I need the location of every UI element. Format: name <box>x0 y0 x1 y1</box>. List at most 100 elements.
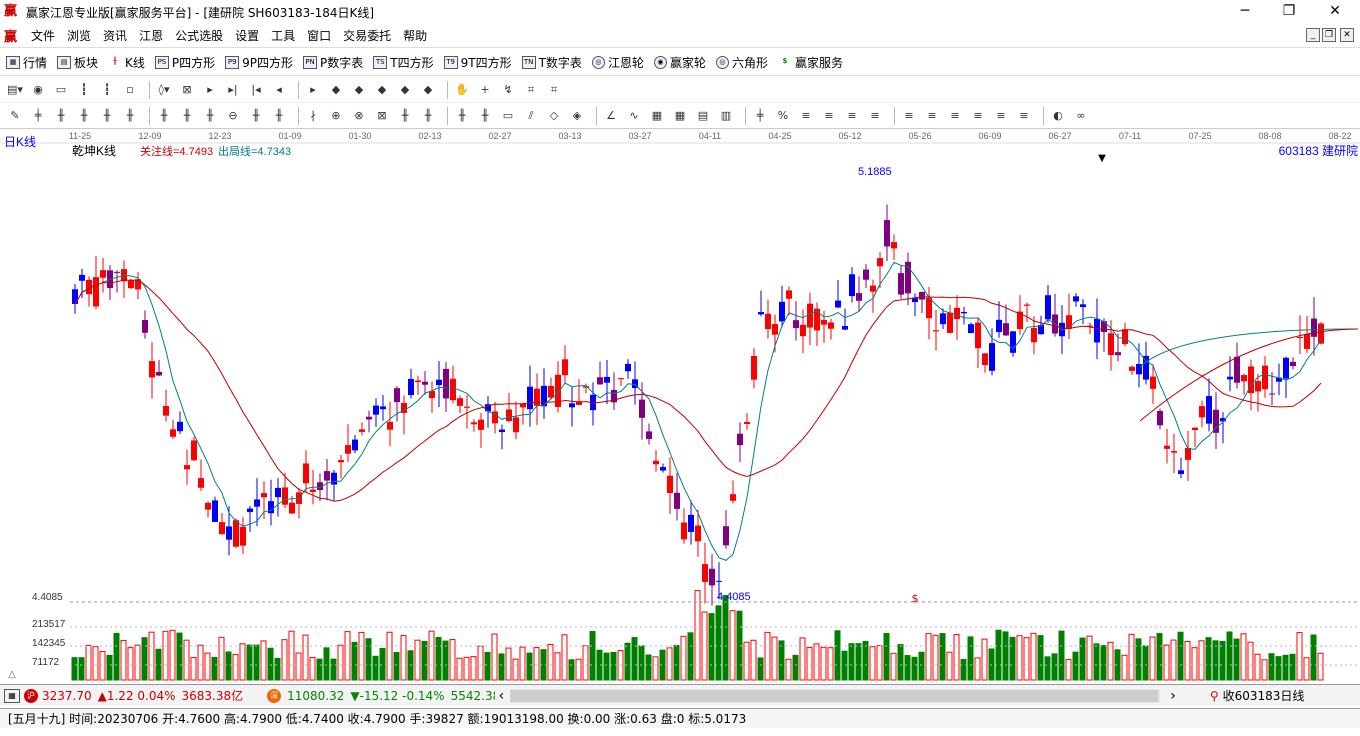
mdi-close-button[interactable]: ✕ <box>1340 28 1354 42</box>
row2-tool-0[interactable]: ✎ <box>6 107 24 125</box>
nav-9t-square[interactable]: T9 9T四方形 <box>443 54 512 71</box>
row2-tool-7[interactable]: ╫ <box>178 107 196 125</box>
row1-tool-16[interactable]: ◆ <box>396 81 414 99</box>
row1-tool-22[interactable]: ⌗ <box>545 81 563 99</box>
row2-tool-19[interactable]: ╫ <box>476 107 494 125</box>
row1-tool-18[interactable]: ✋ <box>453 81 471 99</box>
row2-tool-28[interactable]: ▤ <box>694 107 712 125</box>
row2-tool-35[interactable]: ≡ <box>866 107 884 125</box>
close-button[interactable]: ✕ <box>1312 0 1358 24</box>
row2-tool-43[interactable]: ∞ <box>1072 107 1090 125</box>
nav-winner-wheel[interactable]: ◉ 赢家轮 <box>653 54 706 71</box>
row2-tool-14[interactable]: ⊗ <box>350 107 368 125</box>
row2-tool-25[interactable]: ∿ <box>625 107 643 125</box>
row2-tool-20[interactable]: ▭ <box>499 107 517 125</box>
menu-file[interactable]: 文件 <box>25 27 61 44</box>
row2-tool-13[interactable]: ⊕ <box>327 107 345 125</box>
menu-info[interactable]: 资讯 <box>97 27 133 44</box>
menu-gann[interactable]: 江恩 <box>133 27 169 44</box>
row2-tool-42[interactable]: ◐ <box>1049 107 1067 125</box>
row2-tool-39[interactable]: ≡ <box>969 107 987 125</box>
nav-t-table[interactable]: TN T数字表 <box>521 54 582 71</box>
row1-tool-20[interactable]: ↯ <box>499 81 517 99</box>
scroll-left-button[interactable]: ‹ <box>499 688 505 704</box>
row2-tool-21[interactable]: ⫽ <box>522 107 540 125</box>
maximize-button[interactable]: ❐ <box>1266 0 1312 24</box>
row2-tool-15[interactable]: ⊠ <box>373 107 391 125</box>
row2-tool-18[interactable]: ╫ <box>453 107 471 125</box>
row2-tool-41[interactable]: ≡ <box>1015 107 1033 125</box>
row2-tool-27[interactable]: ▦ <box>671 107 689 125</box>
row2-tool-10[interactable]: ╫ <box>247 107 265 125</box>
row1-tool-13[interactable]: ◆ <box>327 81 345 99</box>
row2-tool-2[interactable]: ╫ <box>52 107 70 125</box>
mdi-restore-button[interactable]: ❐ <box>1322 28 1336 42</box>
row2-tool-26[interactable]: ▦ <box>648 107 666 125</box>
row1-tool-3[interactable]: ┇ <box>75 81 93 99</box>
menu-tools[interactable]: 工具 <box>265 27 301 44</box>
row2-tool-32[interactable]: ≡ <box>797 107 815 125</box>
row2-tool-12[interactable]: ∤ <box>304 107 322 125</box>
nav-gann-wheel[interactable]: ◎ 江恩轮 <box>591 54 644 71</box>
menu-window[interactable]: 窗口 <box>301 27 337 44</box>
row2-tool-4[interactable]: ╫ <box>98 107 116 125</box>
scrollbar-thumb[interactable] <box>510 689 1159 702</box>
row1-tool-11[interactable]: ◂ <box>270 81 288 99</box>
nav-p-square[interactable]: PS P四方形 <box>154 54 215 71</box>
row1-tool-5[interactable]: ▫ <box>121 81 139 99</box>
nav-hexagon[interactable]: ◎ 六角形 <box>715 54 768 71</box>
nav-service[interactable]: $ 赢家服务 <box>778 54 843 71</box>
row2-tool-36[interactable]: ≡ <box>900 107 918 125</box>
row1-tool-8[interactable]: ▸ <box>201 81 219 99</box>
row2-tool-11[interactable]: ╫ <box>270 107 288 125</box>
menu-formula[interactable]: 公式选股 <box>169 27 229 44</box>
menu-trade[interactable]: 交易委托 <box>337 27 397 44</box>
row2-tool-37[interactable]: ≡ <box>923 107 941 125</box>
row1-tool-12[interactable]: ▸ <box>304 81 322 99</box>
nav-t-square[interactable]: TS T四方形 <box>373 54 434 71</box>
menu-help[interactable]: 帮助 <box>397 27 433 44</box>
row2-tool-22[interactable]: ◇ <box>545 107 563 125</box>
nav-kline[interactable]: ╫ K线 <box>108 54 145 71</box>
row1-tool-21[interactable]: ⌗ <box>522 81 540 99</box>
table-icon[interactable]: ▦ <box>4 688 20 703</box>
nav-9p-square[interactable]: P9 9P四方形 <box>225 54 293 71</box>
row2-tool-33[interactable]: ≡ <box>820 107 838 125</box>
scroll-right-button[interactable]: › <box>1170 688 1176 704</box>
row2-tool-5[interactable]: ╫ <box>121 107 139 125</box>
row1-tool-4[interactable]: ┇ <box>98 81 116 99</box>
nav-quotes[interactable]: ▦ 行情 <box>6 54 47 71</box>
row2-tool-6[interactable]: ╫ <box>155 107 173 125</box>
mdi-minimize-button[interactable]: _ <box>1306 28 1320 42</box>
row1-tool-17[interactable]: ◆ <box>419 81 437 99</box>
row1-tool-6[interactable]: ◊▾ <box>155 81 173 99</box>
row2-tool-29[interactable]: ▥ <box>717 107 735 125</box>
kline-chart[interactable]: 11-25 12-09 12-23 01-09 01-30 02-13 02-27 03-13… <box>0 129 1360 682</box>
menu-browse[interactable]: 浏览 <box>61 27 97 44</box>
row1-tool-14[interactable]: ◆ <box>350 81 368 99</box>
row2-tool-24[interactable]: ∠ <box>602 107 620 125</box>
chart-area[interactable]: 11-25 12-09 12-23 01-09 01-30 02-13 02-27 03-13… <box>0 129 1360 682</box>
row2-tool-3[interactable]: ╫ <box>75 107 93 125</box>
row2-tool-38[interactable]: ≡ <box>946 107 964 125</box>
row1-tool-15[interactable]: ◆ <box>373 81 391 99</box>
row1-tool-1[interactable]: ◉ <box>29 81 47 99</box>
row2-tool-1[interactable]: ╪ <box>29 107 47 125</box>
row2-tool-31[interactable]: % <box>774 107 792 125</box>
row1-tool-9[interactable]: ▸| <box>224 81 242 99</box>
row1-tool-19[interactable]: + <box>476 81 494 99</box>
row2-tool-40[interactable]: ≡ <box>992 107 1010 125</box>
nav-p-table[interactable]: PN P数字表 <box>303 54 363 71</box>
stock-period-label[interactable]: 收603183日线 <box>1223 687 1305 704</box>
row2-tool-17[interactable]: ╫ <box>419 107 437 125</box>
minimize-button[interactable]: ─ <box>1222 0 1268 24</box>
nav-sectors[interactable]: ▤ 板块 <box>57 54 98 71</box>
row1-tool-2[interactable]: ▭ <box>52 81 70 99</box>
row1-tool-0[interactable]: ▤▾ <box>6 81 24 99</box>
row2-tool-30[interactable]: ╪ <box>751 107 769 125</box>
row1-tool-10[interactable]: |◂ <box>247 81 265 99</box>
menu-settings[interactable]: 设置 <box>229 27 265 44</box>
row2-tool-9[interactable]: ⊖ <box>224 107 242 125</box>
row2-tool-23[interactable]: ◈ <box>568 107 586 125</box>
row2-tool-8[interactable]: ╫ <box>201 107 219 125</box>
